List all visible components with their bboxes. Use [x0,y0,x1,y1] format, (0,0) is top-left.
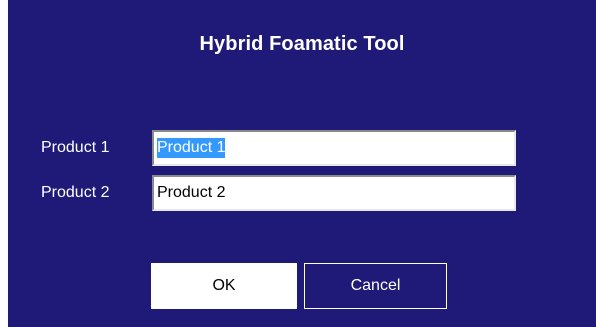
cancel-button[interactable]: Cancel [304,263,447,309]
dialog-window: Hybrid Foamatic Tool Product 1 Product 1… [8,0,596,327]
product-1-value: Product 1 [157,138,226,158]
ok-button[interactable]: OK [151,263,297,309]
dialog-title: Hybrid Foamatic Tool [199,33,405,55]
product-2-label: Product 2 [41,184,110,201]
product-1-label: Product 1 [41,139,110,156]
product-2-value: Product 2 [157,184,226,201]
product-1-field[interactable]: Product 1 [152,130,516,166]
product-2-field[interactable]: Product 2 [152,175,516,211]
